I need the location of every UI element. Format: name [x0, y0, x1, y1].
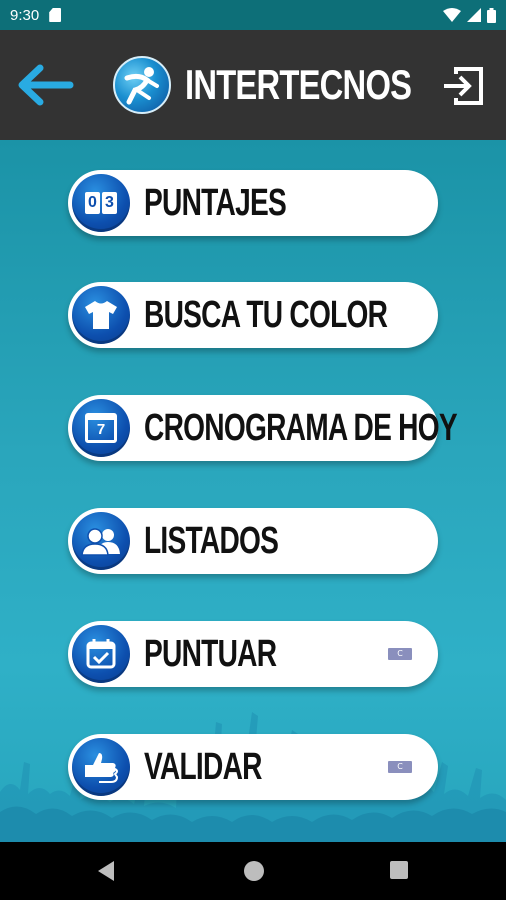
main-menu-area: 0 3 PUNTAJES BUSCA TU COLOR 7 CRONOGRAMA… — [0, 140, 506, 842]
menu-item-cronograma-de-hoy[interactable]: 7 CRONOGRAMA DE HOY — [68, 395, 458, 461]
menu-label: BUSCA TU COLOR — [144, 293, 388, 336]
thumbs-icon — [72, 738, 130, 796]
app-brand: INTERTECNOS — [113, 56, 475, 114]
menu-label: PUNTAJES — [144, 181, 287, 224]
sd-card-icon — [49, 8, 62, 22]
status-time: 9:30 — [10, 6, 40, 24]
status-icons — [443, 7, 496, 23]
back-button[interactable] — [14, 62, 76, 108]
menu-label: LISTADOS — [144, 519, 279, 562]
scoreboard-icon: 0 3 — [72, 174, 130, 232]
status-bar: 9:30 — [0, 0, 506, 30]
calendar-check-icon — [72, 625, 130, 683]
scoreboard-digit: 3 — [102, 192, 117, 214]
menu-item-puntuar[interactable]: PUNTUAR C — [68, 621, 438, 687]
menu-label: PUNTUAR — [144, 632, 277, 675]
tshirt-icon — [72, 286, 130, 344]
menu-label: CRONOGRAMA DE HOY — [144, 406, 458, 449]
menu-item-busca-tu-color[interactable]: BUSCA TU COLOR — [68, 282, 438, 348]
app-bar: INTERTECNOS — [0, 30, 506, 140]
back-arrow-icon — [18, 64, 74, 106]
coordinator-badge: C — [388, 648, 412, 660]
menu-item-listados[interactable]: LISTADOS — [68, 508, 438, 574]
nav-home-icon — [244, 861, 264, 881]
nav-back-button[interactable] — [96, 860, 116, 886]
calendar-day: 7 — [96, 421, 106, 438]
scoreboard-digit: 0 — [85, 192, 100, 214]
coordinator-badge: C — [388, 761, 412, 773]
group-icon — [72, 512, 130, 570]
battery-icon — [487, 7, 496, 23]
menu-label: VALIDAR — [144, 745, 262, 788]
menu-item-puntajes[interactable]: 0 3 PUNTAJES — [68, 170, 438, 236]
logout-button[interactable] — [440, 64, 486, 108]
nav-back-icon — [98, 861, 114, 881]
signal-icon — [467, 8, 481, 22]
menu-item-validar[interactable]: VALIDAR C — [68, 734, 438, 800]
nav-recents-icon — [390, 861, 408, 879]
app-title: INTERTECNOS — [185, 61, 412, 108]
logout-icon — [444, 67, 483, 105]
nav-recents-button[interactable] — [389, 860, 409, 884]
system-nav-bar — [0, 842, 506, 900]
runner-logo-icon — [113, 56, 171, 114]
calendar-icon: 7 — [72, 399, 130, 457]
nav-home-button[interactable] — [243, 860, 265, 886]
wifi-icon — [443, 8, 461, 22]
